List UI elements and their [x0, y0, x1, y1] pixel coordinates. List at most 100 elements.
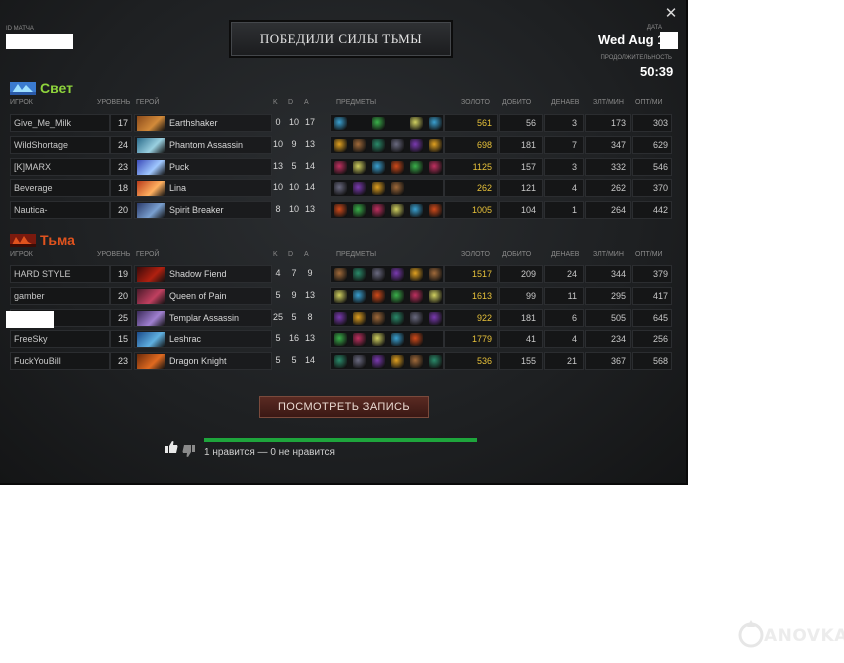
player-row[interactable]: WildShortage 24 Phantom Assassin 10 9 13… — [10, 135, 672, 154]
hero-cell[interactable]: Lina — [134, 179, 272, 198]
item-icon[interactable] — [410, 355, 423, 369]
item-icon[interactable] — [391, 333, 404, 347]
item-icon[interactable] — [391, 289, 404, 303]
player-name[interactable]: Beverage — [10, 179, 110, 198]
hero-cell[interactable]: Queen of Pain — [134, 286, 272, 305]
item-icon[interactable] — [372, 268, 385, 281]
player-row[interactable]: 25 Templar Assassin 25 5 8 922 181 6 505… — [10, 308, 672, 327]
item-icon[interactable] — [410, 289, 423, 303]
item-icon[interactable] — [353, 333, 366, 347]
player-name[interactable]: Nautica- — [10, 201, 110, 220]
item-icon[interactable] — [334, 138, 347, 152]
item-icon[interactable] — [353, 355, 366, 369]
item-icon[interactable] — [410, 117, 423, 130]
item-icon[interactable] — [391, 138, 404, 152]
item-icon[interactable] — [391, 204, 404, 218]
item-icon[interactable] — [372, 289, 385, 303]
item-icon[interactable] — [334, 268, 347, 281]
player-name[interactable]: gamber — [10, 286, 110, 305]
player-name[interactable]: HARD STYLE — [10, 265, 110, 283]
item-icon[interactable] — [372, 160, 385, 174]
radiant-team-header: Свет — [10, 79, 73, 97]
player-name[interactable]: FreeSky — [10, 330, 110, 349]
player-name[interactable]: Give_Me_Milk — [10, 114, 110, 132]
item-icon[interactable] — [353, 204, 366, 218]
player-name[interactable]: WildShortage — [10, 135, 110, 154]
item-icon[interactable] — [429, 355, 442, 369]
player-row[interactable]: Beverage 18 Lina 10 10 14 262 121 4 262 … — [10, 179, 672, 198]
player-name[interactable]: FuckYouBill — [10, 352, 110, 371]
hero-cell[interactable]: Templar Assassin — [134, 308, 272, 327]
item-icon[interactable] — [391, 355, 404, 369]
item-icon[interactable] — [334, 117, 347, 130]
player-row[interactable]: gamber 20 Queen of Pain 5 9 13 1613 99 1… — [10, 286, 672, 305]
item-icon[interactable] — [391, 268, 404, 281]
gold: 922 — [444, 308, 498, 327]
item-icon[interactable] — [410, 311, 423, 325]
item-icon[interactable] — [410, 268, 423, 281]
thumbs-down-icon[interactable] — [182, 444, 195, 458]
item-icon[interactable] — [372, 355, 385, 369]
thumbs-up-icon[interactable] — [165, 440, 178, 454]
item-icon[interactable] — [391, 182, 404, 196]
player-row[interactable]: FreeSky 15 Leshrac 5 16 13 1779 41 4 234… — [10, 330, 672, 349]
player-row[interactable]: [K]MARX 23 Puck 13 5 14 1125 157 3 332 5… — [10, 157, 672, 176]
assists: 8 — [307, 311, 313, 322]
item-icon[interactable] — [372, 138, 385, 152]
item-icon[interactable] — [429, 138, 442, 152]
player-row[interactable]: HARD STYLE 19 Shadow Fiend 4 7 9 1517 20… — [10, 265, 672, 283]
xp-per-min: 173 — [585, 114, 631, 132]
item-icon[interactable] — [334, 289, 347, 303]
item-icon[interactable] — [429, 117, 442, 130]
item-icon[interactable] — [334, 182, 347, 196]
item-icon[interactable] — [372, 204, 385, 218]
hero-cell[interactable]: Dragon Knight — [134, 352, 272, 371]
player-row[interactable]: FuckYouBill 23 Dragon Knight 5 5 14 536 … — [10, 352, 672, 371]
date-value: Wed Aug 1 — [598, 32, 665, 47]
item-icon[interactable] — [429, 311, 442, 325]
item-icon[interactable] — [410, 204, 423, 218]
player-row[interactable]: Nautica- 20 Spirit Breaker 8 10 13 1005 … — [10, 201, 672, 220]
watch-replay-button[interactable]: ПОСМОТРЕТЬ ЗАПИСЬ — [259, 396, 429, 418]
xp-per-min: 295 — [585, 286, 631, 305]
player-row[interactable]: Give_Me_Milk 17 Earthshaker 0 10 17 561 … — [10, 114, 672, 132]
assists: 14 — [304, 355, 315, 366]
item-icon[interactable] — [353, 311, 366, 325]
player-name[interactable]: [K]MARX — [10, 157, 110, 176]
item-icon[interactable] — [391, 311, 404, 325]
item-icon[interactable] — [410, 138, 423, 152]
item-icon[interactable] — [429, 204, 442, 218]
close-icon[interactable]: ✕ — [664, 6, 678, 22]
hero-cell[interactable]: Earthshaker — [134, 114, 272, 132]
item-icon[interactable] — [334, 160, 347, 174]
item-icon[interactable] — [353, 289, 366, 303]
item-icon[interactable] — [353, 182, 366, 196]
player-level: 25 — [110, 308, 132, 327]
item-icon[interactable] — [334, 355, 347, 369]
item-icon[interactable] — [372, 182, 385, 196]
item-icon[interactable] — [372, 333, 385, 347]
item-icon[interactable] — [429, 289, 442, 303]
item-icon[interactable] — [353, 160, 366, 174]
item-icon[interactable] — [353, 268, 366, 281]
player-level: 23 — [110, 157, 132, 176]
item-icon[interactable] — [334, 204, 347, 218]
player-level: 19 — [110, 265, 132, 283]
item-icon[interactable] — [429, 160, 442, 174]
hero-cell[interactable]: Puck — [134, 157, 272, 176]
hero-cell[interactable]: Spirit Breaker — [134, 201, 272, 220]
item-icon[interactable] — [372, 117, 385, 130]
item-icon[interactable] — [391, 160, 404, 174]
item-icon[interactable] — [353, 138, 366, 152]
hero-cell[interactable]: Leshrac — [134, 330, 272, 349]
item-icon[interactable] — [429, 268, 442, 281]
item-icon[interactable] — [334, 311, 347, 325]
hero-cell[interactable]: Phantom Assassin — [134, 135, 272, 154]
player-level: 23 — [110, 352, 132, 371]
item-icon[interactable] — [410, 160, 423, 174]
item-icon[interactable] — [410, 333, 423, 347]
item-icon[interactable] — [372, 311, 385, 325]
item-icon[interactable] — [334, 333, 347, 347]
hero-cell[interactable]: Shadow Fiend — [134, 265, 272, 283]
player-level: 20 — [110, 201, 132, 220]
